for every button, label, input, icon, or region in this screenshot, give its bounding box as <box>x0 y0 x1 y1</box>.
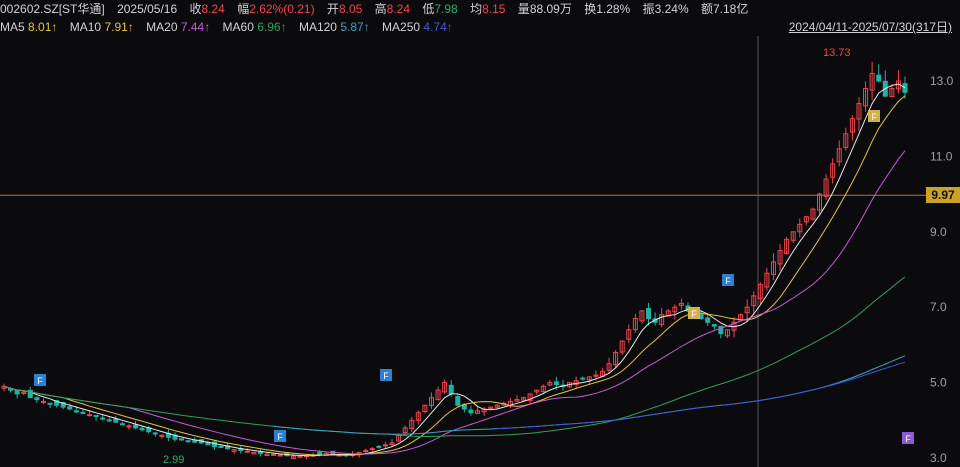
ma5-value: 8.01↑ <box>28 20 58 34</box>
ma120-label: MA120 <box>298 20 337 34</box>
candle-body <box>47 402 53 405</box>
y-tick-label: 9.0 <box>930 225 947 239</box>
candle-body <box>297 455 303 458</box>
change-value: 2.62%(0.21) <box>249 2 315 16</box>
amount-value: 7.18亿 <box>712 2 749 16</box>
date-range[interactable]: 2024/04/11-2025/07/30(317日) <box>789 18 952 35</box>
f-marker-label: F <box>871 112 877 122</box>
y-tick-label: 11.0 <box>930 149 953 163</box>
candle-body <box>106 419 112 422</box>
high-label: 高 <box>374 2 387 16</box>
candle-body <box>876 74 882 82</box>
volume-value: 88.09万 <box>529 2 572 16</box>
candle-body <box>705 317 711 323</box>
candle-body <box>646 308 652 320</box>
current-price-tag: 9.97 <box>926 187 960 203</box>
candle-body <box>317 452 323 455</box>
candle-body <box>711 324 717 327</box>
candle-body <box>902 83 908 93</box>
candle-body <box>139 427 145 431</box>
candle-body <box>185 440 191 443</box>
candle-body <box>93 414 99 418</box>
ma60-value: 6.96↑ <box>257 20 287 34</box>
turnover-value: 1.28% <box>596 2 631 16</box>
close-value: 8.24 <box>201 2 225 16</box>
candle-body <box>468 409 474 414</box>
f-marker-label: F <box>905 434 911 444</box>
ma10-line <box>3 95 906 456</box>
f-marker-label: F <box>37 376 43 386</box>
ma20-value: 7.44↑ <box>180 20 211 34</box>
candle-body <box>455 396 461 406</box>
high-value: 8.24 <box>386 2 411 16</box>
candle-body <box>257 451 263 454</box>
candlestick-chart[interactable]: 13.0 11.0 9.0 7.0 5.0 3.0 13.73 2.99 F F F F F F F <box>0 36 960 467</box>
ma250-label: MA250 <box>382 20 421 34</box>
f-marker-label: F <box>725 276 731 286</box>
candle-body <box>119 423 125 426</box>
candle-body <box>133 424 139 429</box>
y-tick-label: 13.0 <box>930 74 954 88</box>
ma5-line <box>3 83 906 457</box>
low-value: 7.98 <box>434 2 458 16</box>
candle-body <box>152 432 158 435</box>
amplitude-label: 振 <box>642 2 655 16</box>
candle-body <box>382 444 388 447</box>
quote-date: 2025/05/16 <box>117 2 178 16</box>
candle-body <box>448 384 454 395</box>
candle-body <box>580 377 586 380</box>
volume-label: 量 <box>517 2 530 16</box>
candle-body <box>179 438 185 441</box>
max-price-label: 13.73 <box>823 47 851 59</box>
ma120-value: 5.87↑ <box>340 20 370 34</box>
candle-body <box>363 449 369 452</box>
ma250-line <box>497 361 906 430</box>
f-marker-label: F <box>277 432 283 442</box>
y-tick-label: 5.0 <box>930 376 947 390</box>
ma60-label: MA60 <box>222 20 254 34</box>
y-tick-label: 7.0 <box>930 300 947 314</box>
candle-body <box>100 417 106 420</box>
quote-header: 002602.SZ[ST华通] 2025/05/16 收8.24 幅2.62%(… <box>0 0 960 18</box>
candle-body <box>126 425 132 428</box>
candle-body <box>277 454 283 457</box>
change-label: 幅 <box>237 2 250 16</box>
min-price-label: 2.99 <box>163 454 184 466</box>
candle-body <box>159 434 165 437</box>
candle-body <box>244 450 250 453</box>
open-label: 开 <box>326 2 339 16</box>
candle-body <box>369 448 375 451</box>
turnover-label: 换 <box>584 2 597 16</box>
candle-body <box>86 414 92 417</box>
open-value: 8.05 <box>338 2 363 16</box>
y-tick-label: 3.0 <box>930 451 947 465</box>
avg-value: 8.15 <box>482 2 506 16</box>
ma60-line <box>3 276 906 437</box>
candle-body <box>553 381 559 385</box>
avg-label: 均 <box>470 2 483 16</box>
ma20-label: MA20 <box>146 20 178 34</box>
candle-body <box>67 406 73 410</box>
candle-body <box>113 418 119 423</box>
f-marker-label: F <box>691 309 697 319</box>
amount-label: 额 <box>700 2 713 16</box>
close-label: 收 <box>189 2 202 16</box>
stock-code[interactable]: 002602.SZ[ST华通] <box>0 2 105 16</box>
low-label: 低 <box>422 2 435 16</box>
amplitude-value: 3.24% <box>654 2 689 16</box>
candle-body <box>376 445 382 448</box>
candle-body <box>73 410 79 413</box>
ma10-value: 7.91↑ <box>104 20 134 34</box>
ma250-value: 4.74↑ <box>423 20 453 34</box>
ma10-label: MA10 <box>69 20 102 34</box>
candle-body <box>40 400 46 403</box>
f-marker-label: F <box>383 371 389 381</box>
candle-body <box>34 397 40 401</box>
candle-body <box>80 411 86 414</box>
ma5-label: MA5 <box>0 20 25 34</box>
candle-body <box>218 445 224 448</box>
